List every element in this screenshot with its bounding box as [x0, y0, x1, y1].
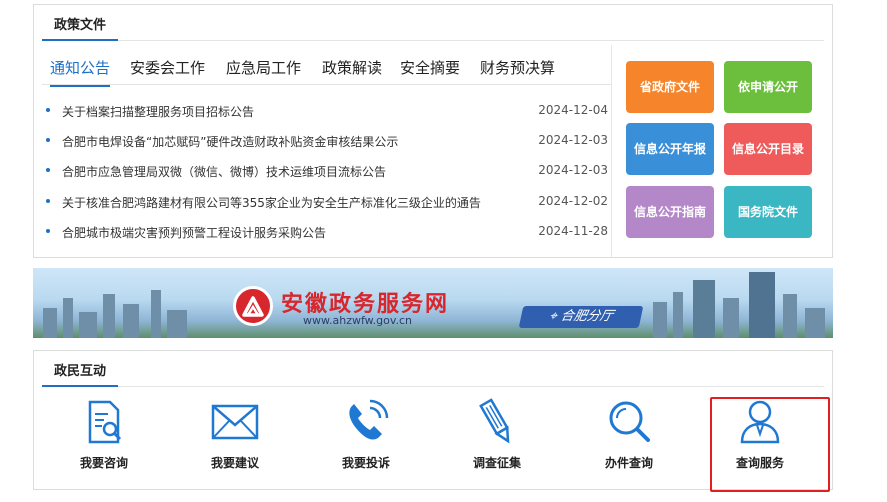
consult-button[interactable]: 我要咨询	[49, 398, 159, 478]
suggest-label: 我要建议	[210, 456, 259, 470]
phone-icon	[349, 399, 389, 440]
tile-application-disclosure[interactable]: 依申请公开	[724, 61, 812, 113]
news-title[interactable]: 合肥市电焊设备“加芯赋码”硬件改造财政补贴资金审核结果公示	[62, 133, 398, 150]
document-search-icon	[88, 400, 122, 444]
tile-disclosure-catalog[interactable]: 信息公开目录	[724, 123, 812, 175]
bullet-icon	[46, 168, 50, 172]
highlight-box	[710, 397, 830, 492]
tab-policy-interpretation[interactable]: 政策解读	[322, 57, 382, 78]
news-title[interactable]: 关于档案扫描整理服务项目招标公告	[62, 103, 254, 120]
policy-panel-header: 政策文件	[42, 13, 824, 41]
consult-label: 我要咨询	[79, 456, 128, 470]
interaction-panel-header: 政民互动	[42, 359, 824, 387]
ahzwfw-logo-icon	[233, 286, 273, 326]
tile-disclosure-guide[interactable]: 信息公开指南	[626, 186, 714, 238]
news-title[interactable]: 合肥市应急管理局双微（微信、微博）技术运维项目流标公告	[62, 163, 386, 180]
tab-safety-digest[interactable]: 安全摘要	[400, 57, 460, 78]
news-title[interactable]: 合肥城市极端灾害预判预警工程设计服务采购公告	[62, 224, 326, 241]
news-date: 2024-11-28	[538, 224, 608, 238]
bullet-icon	[46, 199, 50, 203]
tab-safety-committee[interactable]: 安委会工作	[130, 57, 205, 78]
suggest-button[interactable]: 我要建议	[180, 398, 290, 478]
news-item: 合肥城市极端灾害预判预警工程设计服务采购公告 2024-11-28	[46, 222, 608, 242]
case-query-button[interactable]: 办件查询	[574, 398, 684, 478]
policy-panel: 政策文件 通知公告 安委会工作 应急局工作 政策解读 安全摘要 财务预决算 关于…	[33, 4, 833, 258]
branch-label: 合肥分厅	[559, 309, 615, 324]
news-item: 合肥市电焊设备“加芯赋码”硬件改造财政补贴资金审核结果公示 2024-12-03	[46, 131, 608, 151]
branch-tag: ⌖ 合肥分厅	[518, 306, 644, 328]
survey-label: 调查征集	[472, 456, 521, 470]
complain-button[interactable]: 我要投诉	[311, 398, 421, 478]
tile-annual-report[interactable]: 信息公开年报	[626, 123, 714, 175]
magnifier-icon	[609, 401, 650, 442]
news-date: 2024-12-04	[538, 103, 608, 117]
policy-panel-title: 政策文件	[42, 15, 119, 41]
banner-url: www.ahzwfw.gov.cn	[303, 314, 413, 327]
service-banner[interactable]: 安徽政务服务网 www.ahzwfw.gov.cn ⌖ 合肥分厅	[33, 268, 833, 338]
tile-state-council-documents[interactable]: 国务院文件	[724, 186, 812, 238]
news-item: 关于档案扫描整理服务项目招标公告 2024-12-04	[46, 101, 608, 121]
tab-budget[interactable]: 财务预决算	[480, 57, 555, 78]
bullet-icon	[46, 108, 50, 112]
survey-button[interactable]: 调查征集	[442, 398, 552, 478]
tab-emergency-bureau[interactable]: 应急局工作	[226, 57, 301, 78]
news-title[interactable]: 关于核准合肥鸿路建材有限公司等355家企业为安全生产标准化三级企业的通告	[62, 194, 481, 211]
envelope-icon	[211, 404, 259, 440]
news-date: 2024-12-03	[538, 163, 608, 177]
interaction-panel-title: 政民互动	[42, 361, 119, 387]
bullet-icon	[46, 229, 50, 233]
tab-notices[interactable]: 通知公告	[50, 57, 111, 87]
case-query-label: 办件查询	[604, 456, 653, 470]
complain-label: 我要投诉	[341, 456, 390, 470]
policy-tabs: 通知公告 安委会工作 应急局工作 政策解读 安全摘要 财务预决算	[42, 53, 612, 87]
news-item: 合肥市应急管理局双微（微信、微博）技术运维项目流标公告 2024-12-03	[46, 161, 608, 181]
news-date: 2024-12-02	[538, 194, 608, 208]
news-item: 关于核准合肥鸿路建材有限公司等355家企业为安全生产标准化三级企业的通告 202…	[46, 192, 608, 212]
tile-provincial-documents[interactable]: 省政府文件	[626, 61, 714, 113]
news-date: 2024-12-03	[538, 133, 608, 147]
pencil-icon	[479, 398, 510, 444]
bullet-icon	[46, 138, 50, 142]
divider	[611, 45, 612, 257]
